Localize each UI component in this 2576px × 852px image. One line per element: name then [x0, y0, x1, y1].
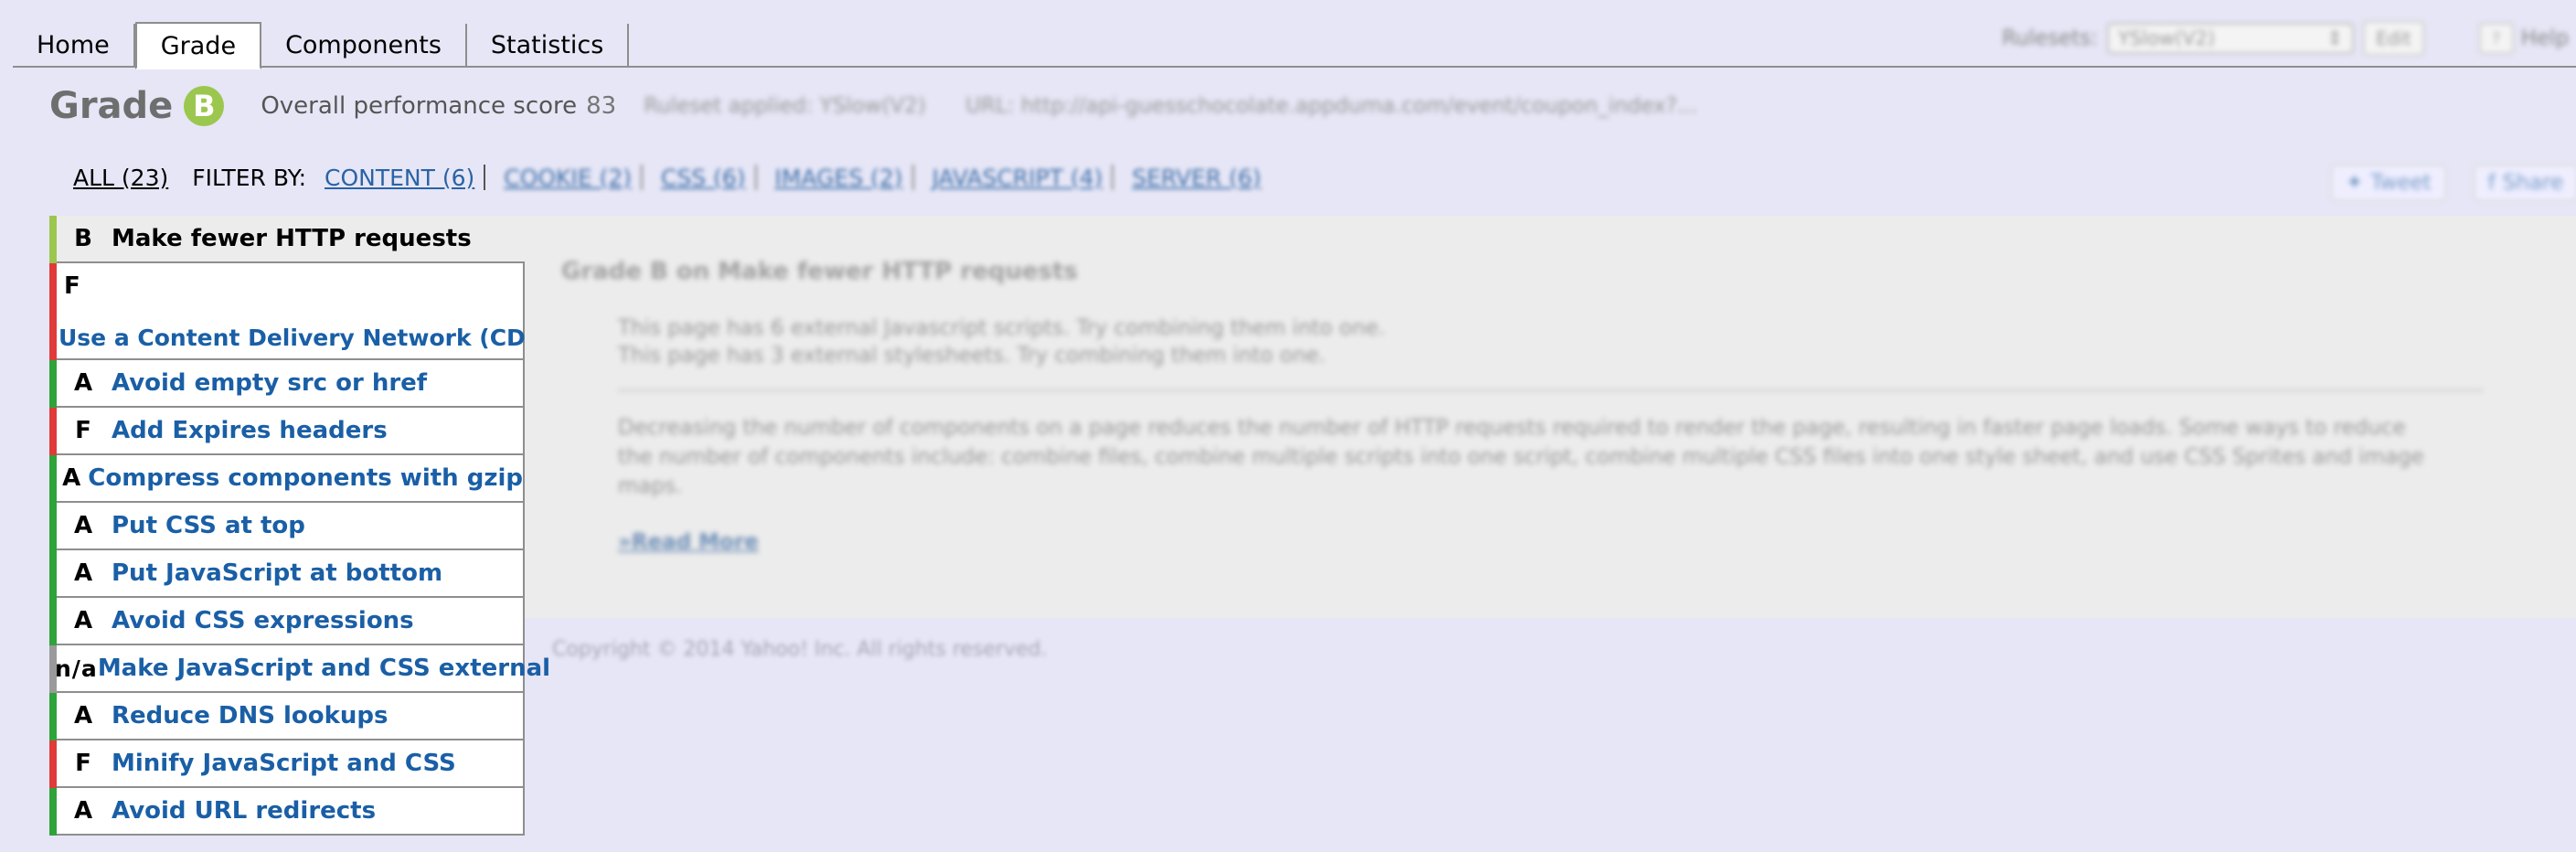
- rule-details-panel: Grade B on Make fewer HTTP requests This…: [525, 216, 2576, 618]
- copyright: Copyright © 2014 Yahoo! Inc. All rights …: [552, 638, 1048, 661]
- ruleset-controls: Rulesets: YSlow(V2) ⇕ Edit ? Help: [2002, 20, 2569, 57]
- rule-title: Add Expires headers: [112, 417, 388, 444]
- filter-separator: [754, 165, 757, 190]
- rule-title: Use a Content Delivery Network (CDN): [59, 325, 556, 351]
- details-title: Grade B on Make fewer HTTP requests: [561, 258, 1078, 285]
- rule-item-cdn[interactable]: F Use a Content Delivery Network (CDN): [49, 263, 555, 360]
- grade-badge: B: [184, 86, 225, 126]
- tab-grade[interactable]: Grade: [134, 22, 262, 69]
- rulesets-label: Rulesets:: [2002, 27, 2098, 50]
- tweet-button[interactable]: ✦ Tweet: [2331, 165, 2446, 201]
- ruleset-meta: Ruleset applied: YSlow(V2) URL: http://a…: [644, 94, 1730, 118]
- details-description: Decreasing the number of components on a…: [618, 416, 2424, 498]
- rule-item-empty-src[interactable]: A Avoid empty src or href: [49, 360, 525, 408]
- rule-grade: F: [64, 272, 80, 300]
- rule-title: Put CSS at top: [112, 512, 305, 539]
- ruleset-applied: Ruleset applied: YSlow(V2): [644, 94, 926, 118]
- ruleset-select-value: YSlow(V2): [2117, 27, 2216, 49]
- rule-item-css-top[interactable]: A Put CSS at top: [49, 503, 525, 550]
- tab-home[interactable]: Home: [13, 24, 135, 66]
- tweet-label: Tweet: [2370, 171, 2432, 195]
- rule-title: Avoid URL redirects: [112, 797, 377, 825]
- rule-item-external-js-css[interactable]: n/a Make JavaScript and CSS external: [49, 645, 550, 693]
- top-nav: Home Grade Components Statistics Ruleset…: [0, 0, 2576, 69]
- details-divider: [618, 389, 2483, 391]
- rule-grade: A: [73, 607, 93, 634]
- read-more-link[interactable]: »Read More: [618, 530, 759, 554]
- rule-grade: B: [74, 225, 92, 252]
- grade-title: Grade: [49, 85, 174, 127]
- rule-grade: A: [73, 702, 93, 730]
- filter-separator: [640, 165, 643, 190]
- rule-title: Reduce DNS lookups: [112, 702, 389, 730]
- grade-header: Grade B Overall performance score 83 Rul…: [49, 80, 1730, 132]
- details-message: This page has 3 external stylesheets. Tr…: [618, 344, 1326, 367]
- filter-separator: [911, 165, 914, 190]
- performance-score: Overall performance score 83: [261, 92, 616, 120]
- filter-css[interactable]: CSS (6): [661, 165, 746, 191]
- rule-item-url-redirects[interactable]: A Avoid URL redirects: [49, 788, 525, 836]
- rule-title: Put JavaScript at bottom: [112, 559, 443, 587]
- rule-title: Avoid CSS expressions: [112, 607, 414, 634]
- share-buttons: ✦ Tweet f Share: [2331, 165, 2576, 201]
- chevron-updown-icon: ⇕: [2326, 27, 2343, 49]
- rule-title: Minify JavaScript and CSS: [112, 750, 456, 777]
- filter-content[interactable]: CONTENT (6): [325, 165, 474, 191]
- rule-grade: F: [75, 417, 91, 444]
- rule-item-css-expressions[interactable]: A Avoid CSS expressions: [49, 598, 525, 645]
- rule-grade: F: [75, 750, 91, 777]
- ruleset-select[interactable]: YSlow(V2) ⇕: [2106, 23, 2354, 54]
- performance-value: 83: [586, 92, 617, 120]
- help-link[interactable]: ? Help: [2478, 23, 2570, 54]
- twitter-bird-icon: ✦: [2346, 171, 2364, 195]
- rule-grade: A: [73, 369, 93, 397]
- details-message: This page has 6 external Javascript scri…: [618, 316, 1386, 340]
- tab-statistics[interactable]: Statistics: [467, 24, 630, 66]
- filter-server[interactable]: SERVER (6): [1132, 165, 1261, 191]
- rule-title: Make JavaScript and CSS external: [97, 655, 551, 682]
- rule-grade: A: [73, 559, 93, 587]
- page-url: URL: http://api-guesschocolate.appduma.c…: [965, 94, 1698, 118]
- rule-item-gzip[interactable]: A Compress components with gzip: [49, 455, 525, 503]
- details-messages: This page has 6 external Javascript scri…: [618, 314, 1385, 369]
- rule-grade: A: [73, 797, 93, 825]
- filter-cookie[interactable]: COOKIE (2): [504, 165, 632, 191]
- rule-grade: n/a: [55, 655, 98, 682]
- filter-bar: ALL (23) FILTER BY: CONTENT (6) COOKIE (…: [73, 161, 1261, 194]
- rule-title: Compress components with gzip: [88, 464, 523, 492]
- share-label: Share: [2502, 171, 2564, 195]
- tab-components[interactable]: Components: [261, 24, 467, 66]
- rule-title: Avoid empty src or href: [112, 369, 428, 397]
- tab-baseline: [13, 66, 2576, 68]
- tab-bar: Home Grade Components Statistics: [13, 22, 630, 69]
- filter-javascript[interactable]: JAVASCRIPT (4): [932, 165, 1103, 191]
- facebook-icon: f: [2487, 171, 2496, 195]
- help-icon: ?: [2478, 23, 2514, 54]
- filter-by-label: FILTER BY:: [192, 164, 307, 191]
- rule-item-dns-lookups[interactable]: A Reduce DNS lookups: [49, 693, 525, 740]
- rule-item-fewer-http-requests[interactable]: B Make fewer HTTP requests: [49, 216, 525, 263]
- rule-grade: A: [62, 464, 81, 492]
- filter-separator: [1112, 165, 1114, 190]
- rule-title: Make fewer HTTP requests: [112, 225, 472, 252]
- rule-grade: A: [73, 512, 93, 539]
- rule-item-expires-headers[interactable]: F Add Expires headers: [49, 408, 525, 455]
- rule-item-js-bottom[interactable]: A Put JavaScript at bottom: [49, 550, 525, 598]
- filter-images[interactable]: IMAGES (2): [775, 165, 903, 191]
- filter-categories-more: COOKIE (2) CSS (6) IMAGES (2) JAVASCRIPT…: [485, 165, 1261, 191]
- edit-button[interactable]: Edit: [2362, 21, 2424, 56]
- performance-label: Overall performance score: [261, 92, 578, 120]
- facebook-share-button[interactable]: f Share: [2473, 165, 2576, 201]
- help-label: Help: [2520, 27, 2570, 50]
- rule-list: B Make fewer HTTP requests F Use a Conte…: [49, 216, 555, 836]
- filter-all[interactable]: ALL (23): [73, 165, 168, 191]
- rule-item-minify[interactable]: F Minify JavaScript and CSS: [49, 740, 525, 788]
